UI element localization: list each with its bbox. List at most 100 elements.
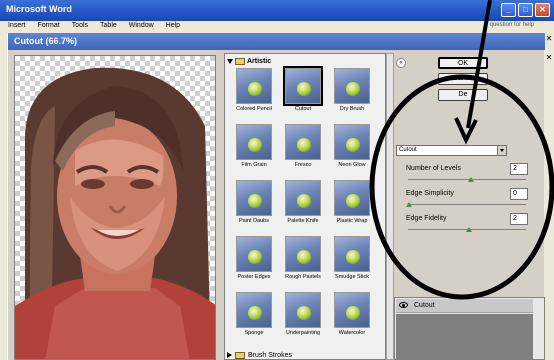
sample-ball [297, 194, 311, 208]
filter-label: Cutout [294, 106, 312, 112]
dialog-titlebar[interactable]: Cutout (66.7%) [8, 33, 545, 50]
filter-thumb-watercolor[interactable]: Watercolor [329, 292, 375, 340]
dialog-title: Cutout (66.7%) [14, 36, 77, 46]
word-title: Microsoft Word [6, 4, 72, 14]
sample-ball [297, 306, 311, 320]
gallery-scrollbar[interactable] [386, 53, 394, 360]
filter-label: Paint Daubs [239, 218, 269, 224]
menu-insert[interactable]: Insert [8, 22, 26, 29]
filter-dialog: Cutout (66.7%) Artistic Colored Pencil C… [7, 33, 545, 360]
filter-thumb-smudge-stick[interactable]: Smudge Stick [329, 236, 375, 284]
filter-label: Palette Knife [287, 218, 319, 224]
filter-thumb-plastic-wrap[interactable]: Plastic Wrap [329, 180, 375, 228]
filter-thumb-fresco[interactable]: Fresco [280, 124, 326, 172]
filter-preview-image [236, 236, 272, 272]
category-brush-strokes[interactable]: Brush Strokes [227, 350, 292, 360]
filter-thumb-dry-brush[interactable]: Dry Brush [329, 68, 375, 116]
cancel-button[interactable]: Cance [438, 73, 488, 85]
layers-body [396, 314, 533, 360]
filter-thumbnail-grid: Colored Pencil Cutout Dry Brush Film Grain F… [231, 66, 371, 348]
portrait-preview-image [15, 67, 215, 359]
param-label: Edge Fidelity [406, 215, 447, 222]
filter-label: Rough Pastels [285, 274, 321, 280]
help-search-field[interactable]: question for help [490, 22, 534, 28]
filter-label: Plastic Wrap [336, 218, 368, 224]
filter-thumb-film-grain[interactable]: Film Grain [231, 124, 277, 172]
param-value-input[interactable]: 2 [510, 163, 528, 175]
word-titlebar: Microsoft Word _ □ ✕ [0, 0, 554, 21]
filter-thumb-underpainting[interactable]: Underpainting [280, 292, 326, 340]
word-menubar: Insert Format Tools Table Window Help qu… [0, 21, 554, 33]
filter-thumb-poster-edges[interactable]: Poster Edges [231, 236, 277, 284]
filter-preview-image [236, 124, 272, 160]
layer-name: Cutout [414, 302, 435, 309]
slider-knob[interactable] [468, 177, 474, 182]
filter-preview-image [285, 292, 321, 328]
filter-thumb-cutout[interactable]: Cutout [280, 66, 326, 116]
filter-label: Dry Brush [339, 106, 365, 112]
category-label: Brush Strokes [248, 351, 292, 359]
maximize-button[interactable]: □ [518, 3, 533, 17]
param-label: Edge Simplicity [406, 190, 454, 197]
filter-label: Watercolor [338, 330, 366, 336]
filter-thumb-colored-pencil[interactable]: Colored Pencil [231, 68, 277, 116]
slider-track[interactable] [408, 179, 526, 180]
filter-thumb-sponge[interactable]: Sponge [231, 292, 277, 340]
menu-format[interactable]: Format [38, 22, 60, 29]
sample-ball [346, 194, 360, 208]
menu-help[interactable]: Help [166, 22, 180, 29]
filter-label: Smudge Stick [335, 274, 369, 280]
chevron-down-icon [497, 146, 506, 155]
filter-preview-image [334, 124, 370, 160]
word-left-edge [0, 33, 7, 360]
menu-window[interactable]: Window [129, 22, 154, 29]
filter-preview-image [285, 180, 321, 216]
filter-preview-image [283, 66, 323, 106]
eye-icon[interactable] [399, 302, 408, 308]
filter-thumb-palette-knife[interactable]: Palette Knife [280, 180, 326, 228]
filter-thumb-paint-daubs[interactable]: Paint Daubs [231, 180, 277, 228]
minimize-button[interactable]: _ [501, 3, 516, 17]
sample-ball [248, 250, 262, 264]
filter-preview-image [334, 180, 370, 216]
sample-ball [248, 194, 262, 208]
collapse-gallery-button[interactable]: « [396, 58, 406, 68]
close-icon[interactable]: ✕ [544, 34, 554, 43]
filter-preview-image [236, 292, 272, 328]
expand-arrow-icon [227, 58, 233, 64]
category-label: Artistic [247, 57, 272, 65]
sample-ball [346, 250, 360, 264]
close-icon[interactable]: ✕ [544, 53, 554, 62]
param-value-input[interactable]: 0 [510, 188, 528, 200]
slider-knob[interactable] [466, 227, 472, 232]
collapse-arrow-icon [227, 352, 232, 358]
slider-knob[interactable] [406, 202, 412, 207]
filter-label: Underpainting [285, 330, 321, 336]
sample-ball [297, 82, 311, 96]
menu-table[interactable]: Table [100, 22, 117, 29]
filter-thumb-neon-glow[interactable]: Neon Glow [329, 124, 375, 172]
effect-layers-panel: Cutout [394, 297, 545, 360]
ok-button[interactable]: OK [438, 57, 488, 69]
filter-label: Colored Pencil [236, 106, 272, 112]
filter-preview-image [285, 236, 321, 272]
category-artistic[interactable]: Artistic [227, 56, 271, 66]
close-button[interactable]: ✕ [535, 3, 550, 17]
sample-ball [248, 82, 262, 96]
filter-label: Poster Edges [237, 274, 271, 280]
filter-preview-image [236, 68, 272, 104]
filter-preview-image [334, 236, 370, 272]
effect-layer-row[interactable]: Cutout [396, 299, 533, 313]
slider-track[interactable] [408, 204, 526, 205]
settings-panel: « OK Cance De Cutout Number of Levels 2 … [394, 53, 545, 360]
filter-preview-image [334, 68, 370, 104]
param-value-input[interactable]: 2 [510, 213, 528, 225]
filter-preview-image [334, 292, 370, 328]
filter-thumb-rough-pastels[interactable]: Rough Pastels [280, 236, 326, 284]
default-button[interactable]: De [438, 89, 488, 101]
filter-label: Neon Glow [338, 162, 366, 168]
filter-dropdown[interactable]: Cutout [396, 145, 507, 156]
filter-dropdown-value: Cutout [399, 147, 417, 153]
preview-canvas[interactable] [14, 55, 216, 360]
menu-tools[interactable]: Tools [72, 22, 88, 29]
